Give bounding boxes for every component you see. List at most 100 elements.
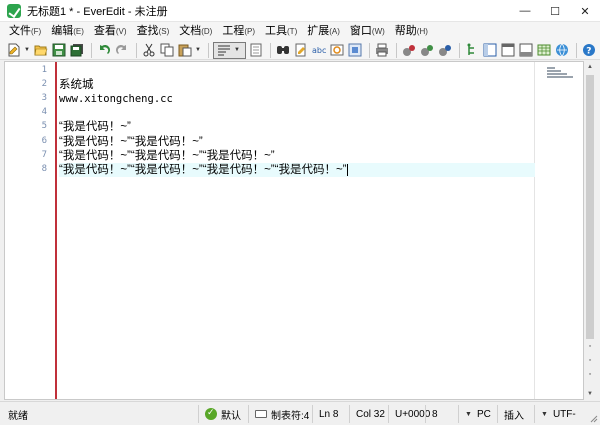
menu-file[interactable]: 文件(F)	[4, 22, 46, 41]
resize-grip-icon[interactable]	[588, 413, 598, 423]
menu-help[interactable]: 帮助(H)	[390, 22, 433, 41]
scroll-down-icon[interactable]: ▼	[584, 388, 596, 400]
toolbar-separator	[270, 42, 271, 58]
line-number: 8	[41, 164, 47, 174]
menu-search[interactable]: 查找(S)	[132, 22, 175, 41]
dropdown-arrow-icon: ▼	[465, 410, 472, 418]
macro-record-icon[interactable]	[401, 42, 417, 58]
scroll-mark-icon: ▫	[588, 357, 592, 364]
macro-play-icon[interactable]	[419, 42, 435, 58]
line-number: 1	[41, 65, 47, 75]
code-line: “我是代码！~”“我是代码！~”“我是代码！~”	[59, 150, 275, 162]
word-wrap-dropdown-icon[interactable]: ▼	[234, 42, 240, 58]
status-bar: 就绪 默认 制表符:4 Ln 8 Col 32 U+0000 8 ▼ PC 插入…	[0, 401, 600, 425]
scrollbar-thumb[interactable]	[586, 75, 594, 339]
line-number: 3	[41, 93, 47, 103]
cut-icon[interactable]	[141, 42, 157, 58]
menu-window[interactable]: 窗口(W)	[345, 22, 390, 41]
close-button[interactable]: ✕	[570, 0, 600, 22]
tab-setting-label: 制表符:4	[271, 410, 310, 422]
menu-document[interactable]: 文档(D)	[174, 22, 217, 41]
line-indicator: Ln 8	[312, 405, 348, 423]
minimap[interactable]	[547, 67, 577, 79]
tab-setting-button[interactable]: 制表符:4	[248, 405, 310, 423]
toolbar-separator	[459, 42, 460, 58]
vertical-scrollbar[interactable]: ▲ ▫ ▫ ▫ ▼	[584, 61, 596, 400]
find-next-icon[interactable]	[347, 42, 363, 58]
column-indicator: Col 32	[349, 405, 387, 423]
keyboard-icon	[255, 410, 267, 418]
paste-icon[interactable]	[177, 42, 193, 58]
menu-project[interactable]: 工程(P)	[217, 22, 260, 41]
char-code-indicator: U+0000	[388, 405, 430, 423]
split-view-icon[interactable]	[482, 42, 498, 58]
line-number: 7	[41, 150, 47, 160]
line-number: 6	[41, 136, 47, 146]
maximize-button[interactable]: ☐	[540, 0, 570, 22]
scroll-mark-icon: ▫	[588, 371, 592, 378]
current-line: “我是代码！~”“我是代码！~”“我是代码！~”“我是代码！~”	[59, 163, 535, 177]
window-title: 无标题1 * - EverEdit - 未注册	[27, 5, 168, 18]
paste-dropdown-icon[interactable]: ▼	[195, 42, 201, 58]
line-number-gutter: 1 2 3 4 5 6 7 8	[5, 62, 55, 399]
toolbar-separator	[208, 42, 209, 58]
menu-extensions[interactable]: 扩展(A)	[302, 22, 345, 41]
window-icon[interactable]	[500, 42, 516, 58]
toolbar: ▼ ▼ ▼ abc ?	[0, 41, 600, 60]
browser-icon[interactable]	[554, 42, 570, 58]
syntax-mode-label: 默认	[221, 410, 241, 422]
word-wrap-icon	[216, 42, 232, 58]
everedit-logo-icon	[7, 3, 21, 18]
panel-icon[interactable]	[518, 42, 534, 58]
editor-pane[interactable]: 1 2 3 4 5 6 7 8 系统城 www.xitongcheng.cc “…	[4, 61, 584, 400]
line-ending-selector[interactable]: ▼ PC	[458, 405, 496, 423]
svg-text:?: ?	[586, 47, 591, 57]
status-ready-text: 就绪	[8, 411, 28, 422]
syntax-mode-icon	[205, 407, 217, 420]
new-file-icon[interactable]	[6, 42, 22, 58]
save-icon[interactable]	[51, 42, 67, 58]
code-line: “我是代码！~”	[59, 121, 131, 133]
menu-tools[interactable]: 工具(T)	[260, 22, 302, 41]
page-view-icon[interactable]	[248, 42, 264, 58]
copy-icon[interactable]	[159, 42, 175, 58]
scroll-mark-icon: ▫	[588, 343, 592, 350]
redo-icon[interactable]	[114, 42, 130, 58]
text-caret	[346, 163, 348, 176]
menu-edit[interactable]: 编辑(E)	[46, 22, 89, 41]
scroll-up-icon[interactable]: ▲	[584, 61, 596, 73]
window-controls: — ☐ ✕	[510, 0, 600, 22]
undo-icon[interactable]	[96, 42, 112, 58]
print-icon[interactable]	[374, 42, 390, 58]
save-all-icon[interactable]	[69, 42, 85, 58]
line-number: 2	[41, 79, 47, 89]
toolbar-separator	[396, 42, 397, 58]
help-icon[interactable]: ?	[581, 42, 597, 58]
replace-icon[interactable]	[293, 42, 309, 58]
open-folder-icon[interactable]	[33, 42, 49, 58]
code-line: 系统城	[59, 79, 94, 91]
new-file-dropdown-icon[interactable]: ▼	[24, 42, 30, 58]
encoding-selector[interactable]: ▼ UTF-	[534, 405, 586, 423]
find-in-files-icon[interactable]: abc	[311, 42, 327, 58]
change-margin-bar	[55, 62, 57, 399]
menu-bar: 文件(F) 编辑(E) 查看(V) 查找(S) 文档(D) 工程(P) 工具(T…	[0, 22, 600, 41]
text-area[interactable]: 系统城 www.xitongcheng.cc “我是代码！~” “我是代码！~”…	[59, 62, 583, 399]
toolbar-separator	[136, 42, 137, 58]
find-icon[interactable]	[275, 42, 291, 58]
menu-view[interactable]: 查看(V)	[89, 22, 132, 41]
code-line-text: “我是代码！~”“我是代码！~”“我是代码！~”“我是代码！~”	[59, 164, 347, 176]
syntax-mode-button[interactable]: 默认	[198, 405, 246, 423]
tree-icon[interactable]	[464, 42, 480, 58]
toolbar-separator	[369, 42, 370, 58]
insert-mode-indicator[interactable]: 插入	[497, 405, 533, 423]
svg-text:abc: abc	[312, 46, 326, 55]
line-number: 5	[41, 121, 47, 131]
title-bar: 无标题1 * - EverEdit - 未注册 — ☐ ✕	[0, 0, 600, 22]
line-number: 4	[41, 107, 47, 117]
minimize-button[interactable]: —	[510, 0, 540, 22]
bookmark-icon[interactable]	[329, 42, 345, 58]
table-icon[interactable]	[536, 42, 552, 58]
word-wrap-button[interactable]: ▼	[213, 41, 246, 59]
macro-step-icon[interactable]	[437, 42, 453, 58]
